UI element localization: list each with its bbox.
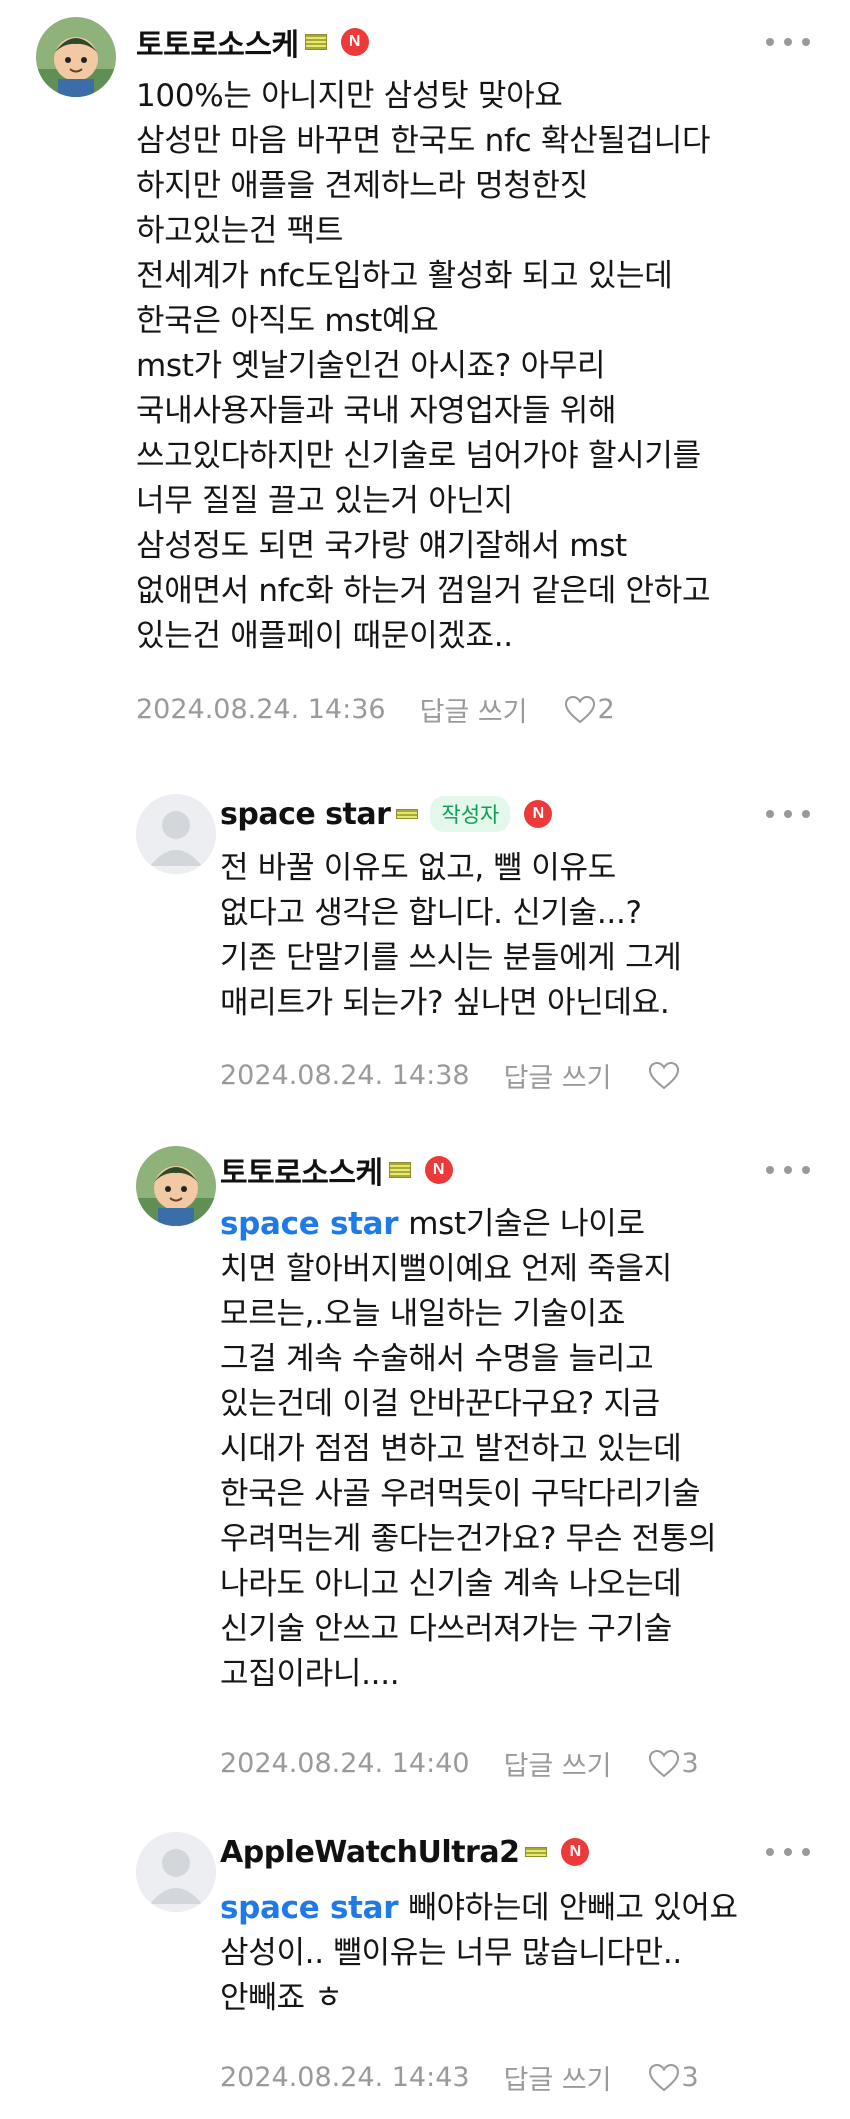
default-avatar-icon [136, 794, 216, 874]
comment-header: space star 작성자 N [220, 794, 553, 834]
heart-icon [648, 1749, 679, 1777]
mention-link[interactable]: space star [220, 1206, 399, 1242]
avatar[interactable] [136, 794, 216, 874]
heart-icon [648, 1061, 679, 1089]
comment-line: 있는건 애플페이 때문이겠죠.. [136, 618, 513, 654]
timestamp: 2024.08.24. 14:36 [136, 694, 386, 725]
comment-line: 너무 질질 끌고 있는거 아닌지 [136, 483, 513, 519]
avatar[interactable] [136, 1832, 216, 1912]
comment-line: 시대가 점점 변하고 발전하고 있는데 [220, 1431, 682, 1467]
author-name[interactable]: AppleWatchUltra2 [220, 1835, 520, 1870]
comment-line: 전세계가 nfc도입하고 활성화 되고 있는데 [136, 258, 673, 294]
like-button[interactable]: 3 [648, 2062, 699, 2093]
comment-meta: 2024.08.24. 14:38 답글 쓰기 [220, 1056, 682, 1095]
comment-line: 삼성이.. 뺄이유는 너무 많습니다만.. [220, 1935, 682, 1971]
comment-line: 그걸 계속 수술해서 수명을 늘리고 [220, 1341, 654, 1377]
comment-header: 토토로소스케 N [220, 1148, 453, 1192]
like-button[interactable]: 3 [648, 1748, 699, 1779]
comment-meta: 2024.08.24. 14:43 답글 쓰기 3 [220, 2058, 699, 2097]
comment-text: mst기술은 나이로 [408, 1206, 645, 1242]
avatar[interactable] [136, 1146, 216, 1226]
comment-line: 모르는,.오늘 내일하는 기술이죠 [220, 1296, 626, 1332]
like-count: 3 [681, 1748, 699, 1779]
timestamp: 2024.08.24. 14:40 [220, 1748, 470, 1779]
member-grade-icon [396, 809, 419, 819]
member-grade-icon [388, 1162, 411, 1178]
reply-button[interactable]: 답글 쓰기 [504, 1744, 612, 1783]
comment-line: 100%는 아니지만 삼성탓 맞아요 [136, 78, 563, 114]
new-badge: N [561, 1838, 590, 1866]
reply-button[interactable]: 답글 쓰기 [504, 2058, 612, 2097]
author-name[interactable]: 토토로소스케 [220, 1148, 383, 1192]
character-avatar-icon [36, 17, 116, 97]
comment-line: 신기술 안쓰고 다쓰러져가는 구기술 [220, 1611, 672, 1647]
comment-line: 매리트가 되는가? 싶나면 아닌데요. [220, 985, 670, 1021]
more-options-icon[interactable] [766, 36, 810, 48]
comment-line: 한국은 사골 우려먹듯이 구닥다리기술 [220, 1476, 701, 1512]
author-name[interactable]: space star [220, 797, 391, 832]
comment-line: space star 빼야하는데 안빼고 있어요 [220, 1886, 738, 1931]
character-avatar-icon [136, 1146, 216, 1226]
timestamp: 2024.08.24. 14:38 [220, 1060, 470, 1091]
more-options-icon[interactable] [766, 808, 810, 820]
author-name[interactable]: 토토로소스케 [136, 20, 299, 64]
comment-line: 전 바꿀 이유도 없고, 뺄 이유도 [220, 850, 616, 886]
comment-text: 빼야하는데 안빼고 있어요 [408, 1890, 738, 1926]
comment-header: AppleWatchUltra2 N [220, 1832, 590, 1872]
heart-icon [648, 2063, 679, 2091]
comment-line: 하지만 애플을 견제하느라 멍청한짓 [136, 168, 588, 204]
comment-line: 나라도 아니고 신기술 계속 나오는데 [220, 1566, 682, 1602]
comment-line: 하고있는건 팩트 [136, 213, 344, 249]
comment-body: space star 빼야하는데 안빼고 있어요 삼성이.. 뺄이유는 너무 많습… [220, 1886, 738, 2021]
more-options-icon[interactable] [766, 1164, 810, 1176]
comment-line: 있는건데 이걸 안바꾼다구요? 지금 [220, 1386, 660, 1422]
comment-body: space star mst기술은 나이로 치면 할아버지뻘이예요 언제 죽을지 … [220, 1202, 717, 1697]
new-badge: N [524, 800, 553, 828]
timestamp: 2024.08.24. 14:43 [220, 2062, 470, 2093]
comment-line: 한국은 아직도 mst예요 [136, 303, 439, 339]
writer-tag: 작성자 [430, 796, 511, 832]
like-button[interactable]: 2 [564, 694, 615, 725]
default-avatar-icon [136, 1832, 216, 1912]
new-badge: N [424, 1156, 453, 1184]
comment-line: 삼성정도 되면 국가랑 얘기잘해서 mst [136, 528, 627, 564]
comment-meta: 2024.08.24. 14:40 답글 쓰기 3 [220, 1744, 699, 1783]
reply-button[interactable]: 답글 쓰기 [504, 1056, 612, 1095]
avatar[interactable] [36, 17, 116, 97]
comment-line: mst가 옛날기술인건 아시죠? 아무리 [136, 348, 606, 384]
like-button[interactable] [648, 1061, 682, 1091]
like-count: 3 [681, 2062, 699, 2093]
comment-line: 국내사용자들과 국내 자영업자들 위해 [136, 393, 617, 429]
comment-line: 고집이라니.... [220, 1656, 400, 1692]
comment-line: 삼성만 마음 바꾸면 한국도 nfc 확산될겁니다 [136, 123, 711, 159]
comment-body: 100%는 아니지만 삼성탓 맞아요 삼성만 마음 바꾸면 한국도 nfc 확산… [136, 74, 711, 659]
comment-line: 치면 할아버지뻘이예요 언제 죽을지 [220, 1251, 672, 1287]
comment-body: 전 바꿀 이유도 없고, 뺄 이유도 없다고 생각은 합니다. 신기술...? … [220, 846, 682, 1026]
comment-line: space star mst기술은 나이로 [220, 1202, 716, 1247]
mention-link[interactable]: space star [220, 1890, 399, 1926]
member-grade-icon [304, 34, 327, 50]
comment-meta: 2024.08.24. 14:36 답글 쓰기 2 [136, 690, 615, 729]
more-options-icon[interactable] [766, 1846, 810, 1858]
like-count: 2 [597, 694, 615, 725]
new-badge: N [340, 28, 369, 56]
comment-header: 토토로소스케 N [136, 20, 369, 64]
comment-line: 없다고 생각은 합니다. 신기술...? [220, 895, 642, 931]
heart-icon [564, 695, 595, 723]
member-grade-icon [525, 1847, 548, 1857]
comment-line: 없애면서 nfc화 하는거 껌일거 같은데 안하고 [136, 573, 711, 609]
reply-button[interactable]: 답글 쓰기 [420, 690, 528, 729]
comment-line: 안빼죠 ㅎ [220, 1980, 343, 2016]
comment-line: 기존 단말기를 쓰시는 분들에게 그게 [220, 940, 682, 976]
comment-line: 우려먹는게 좋다는건가요? 무슨 전통의 [220, 1521, 717, 1557]
comment-line: 쓰고있다하지만 신기술로 넘어가야 할시기를 [136, 438, 701, 474]
